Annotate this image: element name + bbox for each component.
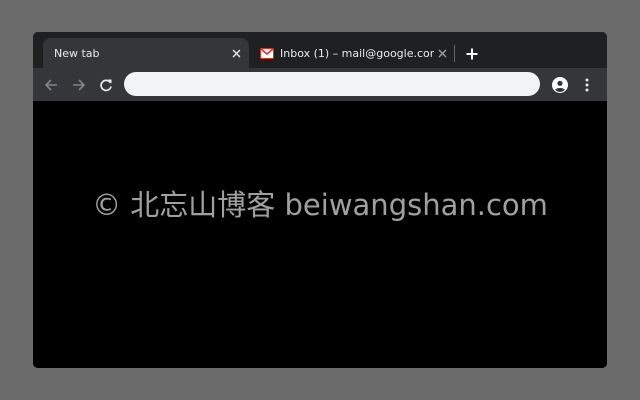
menu-button[interactable] <box>575 73 599 97</box>
plus-icon <box>466 48 478 60</box>
browser-window: New tab Inbox (1) – mail@google.com © 北忘… <box>33 32 607 368</box>
watermark-text: © 北忘山博客 beiwangshan.com <box>92 188 548 222</box>
arrow-right-icon <box>73 79 86 91</box>
new-tab-button[interactable] <box>461 43 483 65</box>
tab-close-button[interactable] <box>434 45 450 61</box>
forward-button[interactable] <box>67 73 91 97</box>
close-icon <box>438 49 446 57</box>
toolbar <box>33 68 607 101</box>
reload-button[interactable] <box>94 73 118 97</box>
back-button[interactable] <box>39 73 63 97</box>
tab-inbox[interactable]: Inbox (1) – mail@google.com <box>251 38 455 68</box>
tab-title: Inbox (1) – mail@google.com <box>280 46 434 60</box>
page-content: © 北忘山博客 beiwangshan.com <box>33 101 607 368</box>
tab-title: New tab <box>54 46 100 60</box>
kebab-menu-icon <box>585 78 589 92</box>
tab-new-tab[interactable]: New tab <box>43 38 249 68</box>
address-bar[interactable] <box>124 72 540 96</box>
tab-strip: New tab Inbox (1) – mail@google.com <box>33 32 607 68</box>
profile-button[interactable] <box>548 73 572 97</box>
gmail-icon <box>260 47 274 59</box>
close-icon <box>232 49 240 57</box>
tab-close-button[interactable] <box>228 45 244 61</box>
reload-icon <box>100 79 112 92</box>
tab-divider <box>454 45 455 62</box>
account-circle-icon <box>552 77 568 93</box>
arrow-left-icon <box>44 79 57 91</box>
